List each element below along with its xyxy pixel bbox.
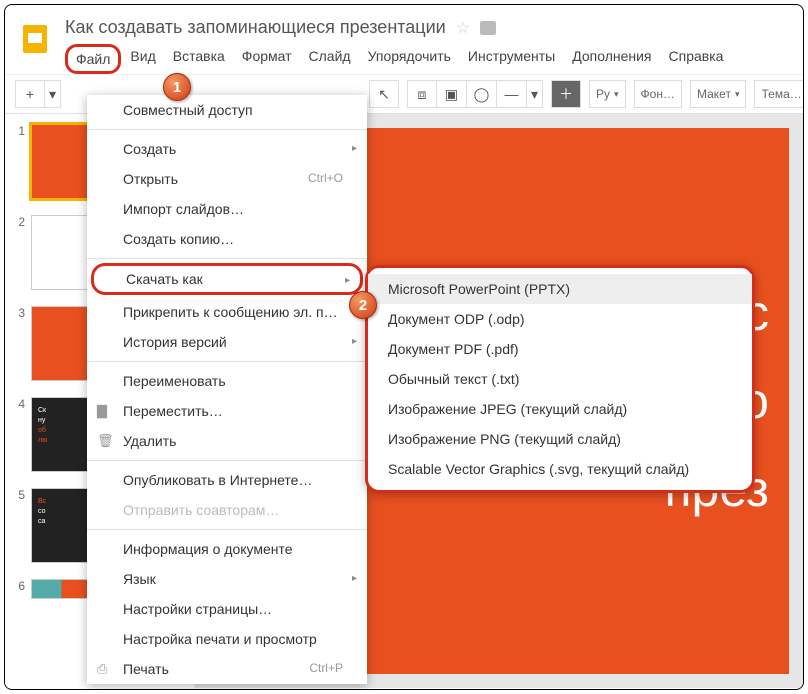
arrow-tool-icon[interactable]: ↖ [369,80,399,108]
menu-help[interactable]: Справка [661,44,732,74]
menu-tools[interactable]: Инструменты [460,44,563,74]
folder-icon[interactable] [480,21,496,35]
slides-logo[interactable] [17,21,53,57]
print-icon: ⎙ [97,661,107,677]
line-dropdown[interactable]: ▾ [527,80,543,108]
file-menu-dropdown: Совместный доступ Создать ОткрытьCtrl+O … [87,95,367,684]
lang-button[interactable]: Ру▾ [589,80,626,108]
menu-history[interactable]: История версий [87,327,367,357]
menu-slide[interactable]: Слайд [301,44,359,74]
menu-download-as[interactable]: Скачать как [91,263,363,295]
doc-title[interactable]: Как создавать запоминающиеся презентации [65,17,446,38]
menu-view[interactable]: Вид [122,44,163,74]
download-pdf[interactable]: Документ PDF (.pdf) [368,334,752,364]
image-icon[interactable]: ▣ [437,80,467,108]
menu-insert[interactable]: Вставка [165,44,233,74]
menu-print[interactable]: ⎙ПечатьCtrl+P [87,654,367,684]
comment-icon[interactable]: ＋ [551,80,581,108]
menu-delete[interactable]: 🗑Удалить [87,426,367,456]
theme-button[interactable]: Тема… [754,80,804,108]
download-txt[interactable]: Обычный текст (.txt) [368,364,752,394]
trash-icon: 🗑 [97,433,114,449]
menu-format[interactable]: Формат [234,44,300,74]
menu-move[interactable]: ▇Переместить… [87,396,367,426]
download-odp[interactable]: Документ ODP (.odp) [368,304,752,334]
menu-copy[interactable]: Создать копию… [87,224,367,254]
menu-addons[interactable]: Дополнения [564,44,659,74]
menu-file[interactable]: Файл [65,44,121,74]
download-submenu: Microsoft PowerPoint (PPTX) Документ ODP… [365,265,755,493]
menu-page-setup[interactable]: Настройки страницы… [87,594,367,624]
download-svg[interactable]: Scalable Vector Graphics (.svg, текущий … [368,454,752,484]
menu-print-setup[interactable]: Настройка печати и просмотр [87,624,367,654]
textbox-icon[interactable]: ⧈ [407,80,437,108]
menu-open[interactable]: ОткрытьCtrl+O [87,164,367,194]
callout-badge-2: 2 [349,291,377,319]
star-icon[interactable]: ☆ [456,18,470,38]
shape-icon[interactable]: ◯ [467,80,497,108]
download-png[interactable]: Изображение PNG (текущий слайд) [368,424,752,454]
menu-publish[interactable]: Опубликовать в Интернете… [87,465,367,495]
download-pptx[interactable]: Microsoft PowerPoint (PPTX) [368,274,752,304]
folder-icon: ▇ [97,403,107,419]
menu-send: Отправить соавторам… [87,495,367,525]
menu-lang[interactable]: Язык [87,564,367,594]
line-icon[interactable]: ― [497,80,527,108]
menu-import[interactable]: Импорт слайдов… [87,194,367,224]
menu-attach[interactable]: Прикрепить к сообщению эл. почты… [87,297,367,327]
layout-button[interactable]: Макет▾ [690,80,747,108]
menu-rename[interactable]: Переименовать [87,366,367,396]
new-slide-dropdown[interactable]: ▾ [45,80,61,108]
menu-info[interactable]: Информация о документе [87,534,367,564]
callout-badge-1: 1 [163,73,191,101]
new-slide-button[interactable]: + [15,80,45,108]
menu-arrange[interactable]: Упорядочить [360,44,459,74]
download-jpeg[interactable]: Изображение JPEG (текущий слайд) [368,394,752,424]
menubar: Файл Вид Вставка Формат Слайд Упорядочит… [65,44,791,74]
background-button[interactable]: Фон… [634,80,682,108]
menu-create[interactable]: Создать [87,134,367,164]
menu-share[interactable]: Совместный доступ [87,95,367,125]
